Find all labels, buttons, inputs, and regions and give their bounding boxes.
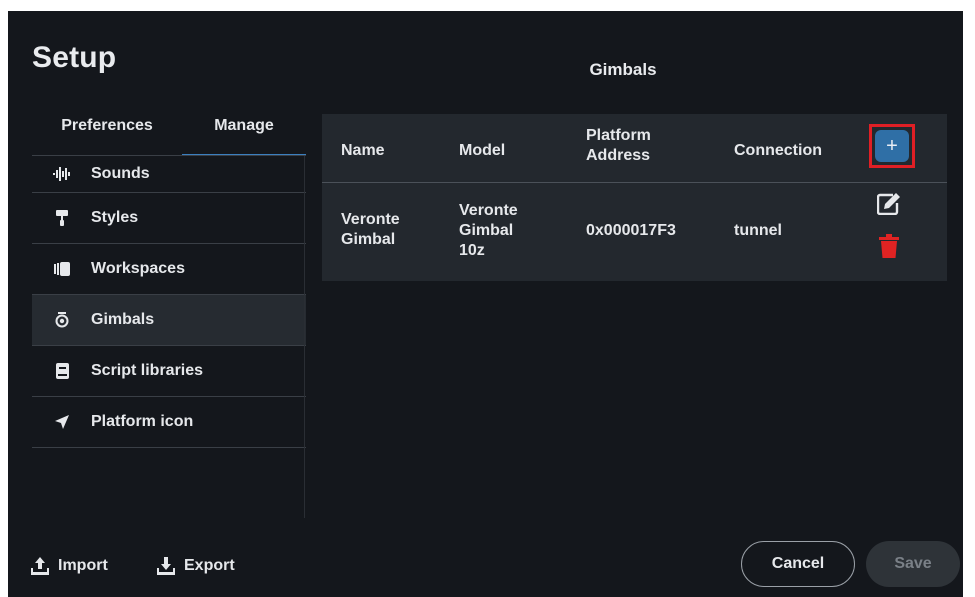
- download-icon: [157, 557, 175, 575]
- cancel-button[interactable]: Cancel: [741, 541, 855, 587]
- gimbals-table: Name Model Platform Address Connection +…: [322, 114, 947, 281]
- save-button[interactable]: Save: [866, 541, 960, 587]
- trash-icon[interactable]: [879, 234, 907, 263]
- add-button-face: +: [875, 130, 909, 162]
- upload-icon: [31, 557, 49, 575]
- add-gimbal-button[interactable]: +: [869, 124, 915, 168]
- book-icon: [53, 362, 71, 380]
- row-actions: [876, 193, 907, 263]
- sidebar-item-label: Platform icon: [91, 413, 194, 430]
- sidebar-item-label: Styles: [91, 209, 139, 226]
- cell-connection: tunnel: [734, 222, 782, 239]
- sidebar-item-script-libraries[interactable]: Script libraries: [32, 346, 306, 397]
- sidebar-item-gimbals[interactable]: Gimbals: [32, 295, 306, 346]
- cell-platform-address: 0x000017F3: [586, 222, 676, 239]
- sidebar-item-workspaces[interactable]: Workspaces: [32, 244, 306, 295]
- cell-name: Veronte Gimbal: [341, 211, 400, 248]
- table-header: Name Model Platform Address Connection +: [322, 114, 947, 183]
- panel-divider: [304, 156, 305, 518]
- tab-preferences[interactable]: Preferences: [32, 114, 182, 156]
- workspaces-icon: [53, 260, 71, 278]
- sidebar-item-label: Workspaces: [91, 260, 185, 277]
- export-button[interactable]: Export: [156, 551, 235, 581]
- column-header-platform-address: Platform Address: [586, 127, 651, 164]
- export-label: Export: [184, 557, 235, 574]
- sidebar-item-sounds[interactable]: Sounds: [32, 156, 306, 193]
- tabs: Preferences Manage: [32, 114, 306, 156]
- column-header-name: Name: [341, 142, 385, 159]
- sidebar-item-platform-icon[interactable]: Platform icon: [32, 397, 306, 448]
- location-arrow-icon: [53, 413, 71, 431]
- gimbal-camera-icon: [53, 311, 71, 329]
- setup-dialog: Setup Gimbals Preferences Manage Sounds: [8, 11, 963, 597]
- import-button[interactable]: Import: [30, 551, 108, 581]
- sound-wave-icon: [53, 165, 71, 183]
- sidebar-item-styles[interactable]: Styles: [32, 193, 306, 244]
- paint-roller-icon: [53, 209, 71, 227]
- cell-model: Veronte Gimbal 10z: [459, 202, 518, 259]
- dialog-title: Setup: [32, 41, 117, 74]
- edit-icon[interactable]: [876, 193, 907, 220]
- column-header-connection: Connection: [734, 142, 822, 159]
- sidebar-item-label: Script libraries: [91, 362, 204, 379]
- import-label: Import: [58, 557, 108, 574]
- section-title: Gimbals: [589, 60, 657, 79]
- column-header-model: Model: [459, 142, 506, 159]
- sidebar: Sounds Styles Workspaces Gimbals Script …: [32, 156, 306, 448]
- sidebar-item-label: Gimbals: [91, 311, 155, 328]
- sidebar-item-label: Sounds: [91, 165, 150, 182]
- tab-manage[interactable]: Manage: [182, 114, 306, 156]
- table-row[interactable]: Veronte Gimbal Veronte Gimbal 10z 0x0000…: [322, 183, 947, 281]
